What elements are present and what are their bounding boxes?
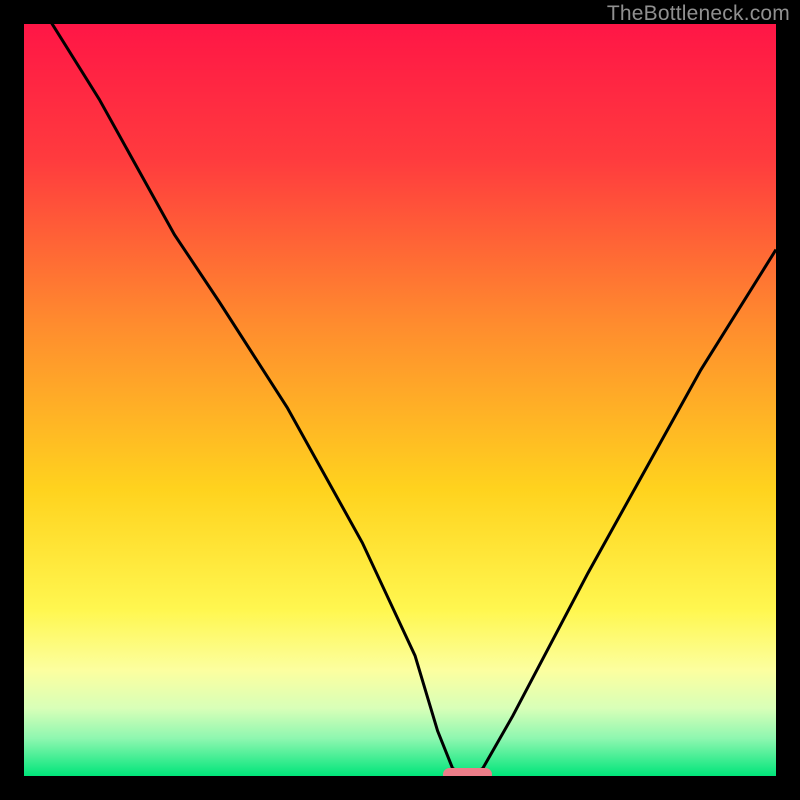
chart-frame: TheBottleneck.com [0,0,800,800]
minimum-marker [443,768,492,777]
bottleneck-curve [24,24,776,776]
plot-area [24,24,776,776]
attribution-label: TheBottleneck.com [607,2,790,26]
